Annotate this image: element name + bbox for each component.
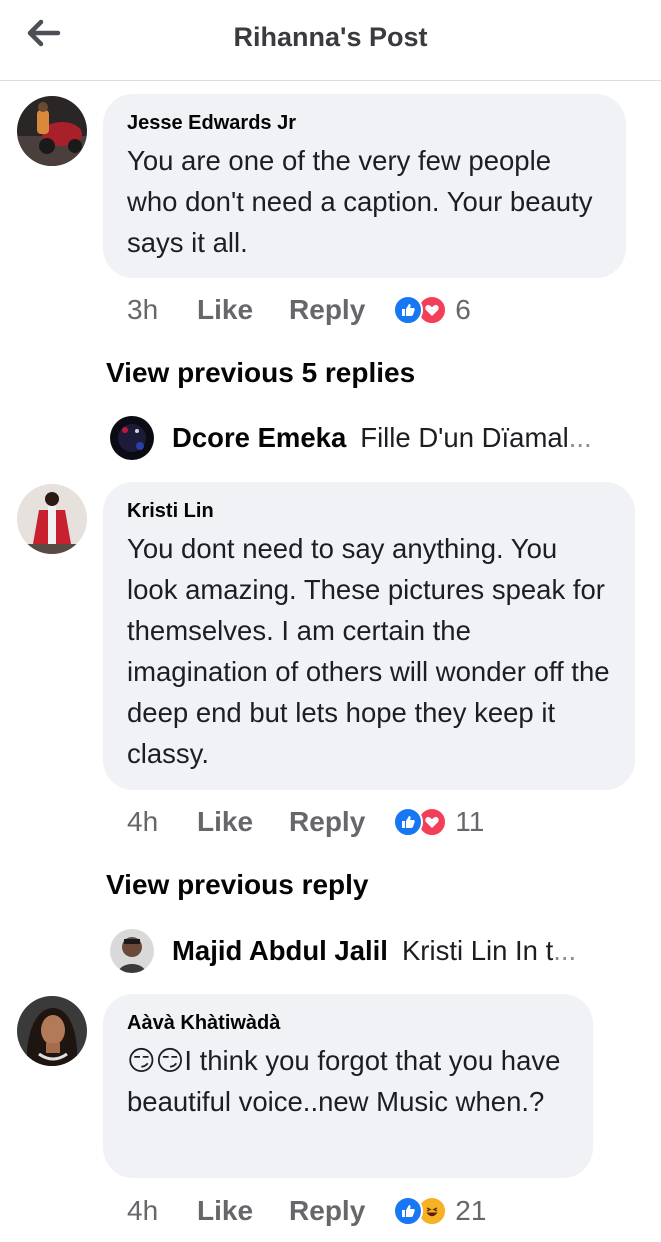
like-reaction-icon <box>393 1196 424 1226</box>
comment-actions: 3h Like Reply 6 <box>127 290 471 330</box>
reply-button[interactable]: Reply <box>289 806 365 838</box>
reply-preview[interactable]: Dcore Emeka Fille D'un Dïamal... <box>110 416 592 460</box>
comment-time[interactable]: 3h <box>127 294 197 326</box>
comment-actions: 4h Like Reply 11 <box>127 802 484 842</box>
comment-time[interactable]: 4h <box>127 1195 197 1227</box>
reply-author[interactable]: Majid Abdul Jalil <box>172 935 388 967</box>
reply-text: Kristi Lin In t <box>401 935 554 966</box>
top-bar: Rihanna's Post <box>0 0 661 81</box>
avatar[interactable] <box>110 416 154 460</box>
reactions-summary[interactable]: 21 <box>393 1195 486 1227</box>
avatar[interactable] <box>110 929 154 973</box>
comment-bubble[interactable]: Kristi Lin You dont need to say anything… <box>103 482 635 790</box>
comment-text: 😏😏I think you forgot that you have beaut… <box>127 1045 561 1117</box>
like-button[interactable]: Like <box>197 806 253 838</box>
reaction-count: 21 <box>455 1195 487 1226</box>
reaction-count: 6 <box>455 294 471 325</box>
comment-bubble[interactable]: Aàvà Khàtiwàdà 😏😏I think you forgot that… <box>103 994 593 1178</box>
reply-ellipsis: ... <box>553 935 577 966</box>
page-title: Rihanna's Post <box>233 22 428 52</box>
like-button[interactable]: Like <box>197 294 253 326</box>
reply-author[interactable]: Dcore Emeka <box>172 422 346 454</box>
reply-preview[interactable]: Majid Abdul Jalil Kristi Lin In t... <box>110 929 576 973</box>
comment-time[interactable]: 4h <box>127 806 197 838</box>
comment-bubble[interactable]: Jesse Edwards Jr You are one of the very… <box>103 94 626 278</box>
avatar[interactable] <box>17 484 87 554</box>
comment-text: You are one of the very few people who d… <box>127 145 593 258</box>
reply-text: Fille D'un Dïamal <box>360 422 569 453</box>
reaction-count: 11 <box>455 806 485 837</box>
comment-author[interactable]: Jesse Edwards Jr <box>127 110 602 136</box>
reactions-summary[interactable]: 11 <box>393 806 484 838</box>
comment-author[interactable]: Aàvà Khàtiwàdà <box>127 1010 569 1036</box>
reply-button[interactable]: Reply <box>289 294 365 326</box>
comment-actions: 4h Like Reply 21 <box>127 1191 486 1231</box>
like-reaction-icon <box>393 807 424 837</box>
view-previous-replies-link[interactable]: View previous 5 replies <box>106 357 415 389</box>
like-reaction-icon <box>393 295 424 325</box>
avatar[interactable] <box>17 96 87 166</box>
comment-author[interactable]: Kristi Lin <box>127 498 611 524</box>
view-previous-replies-link[interactable]: View previous reply <box>106 869 369 901</box>
avatar[interactable] <box>17 996 87 1066</box>
reply-ellipsis: ... <box>568 422 592 453</box>
like-button[interactable]: Like <box>197 1195 253 1227</box>
reply-button[interactable]: Reply <box>289 1195 365 1227</box>
smirk-emoji: 😏😏 <box>127 1045 185 1076</box>
comment-text: You dont need to say anything. You look … <box>127 533 610 769</box>
reactions-summary[interactable]: 6 <box>393 294 471 326</box>
